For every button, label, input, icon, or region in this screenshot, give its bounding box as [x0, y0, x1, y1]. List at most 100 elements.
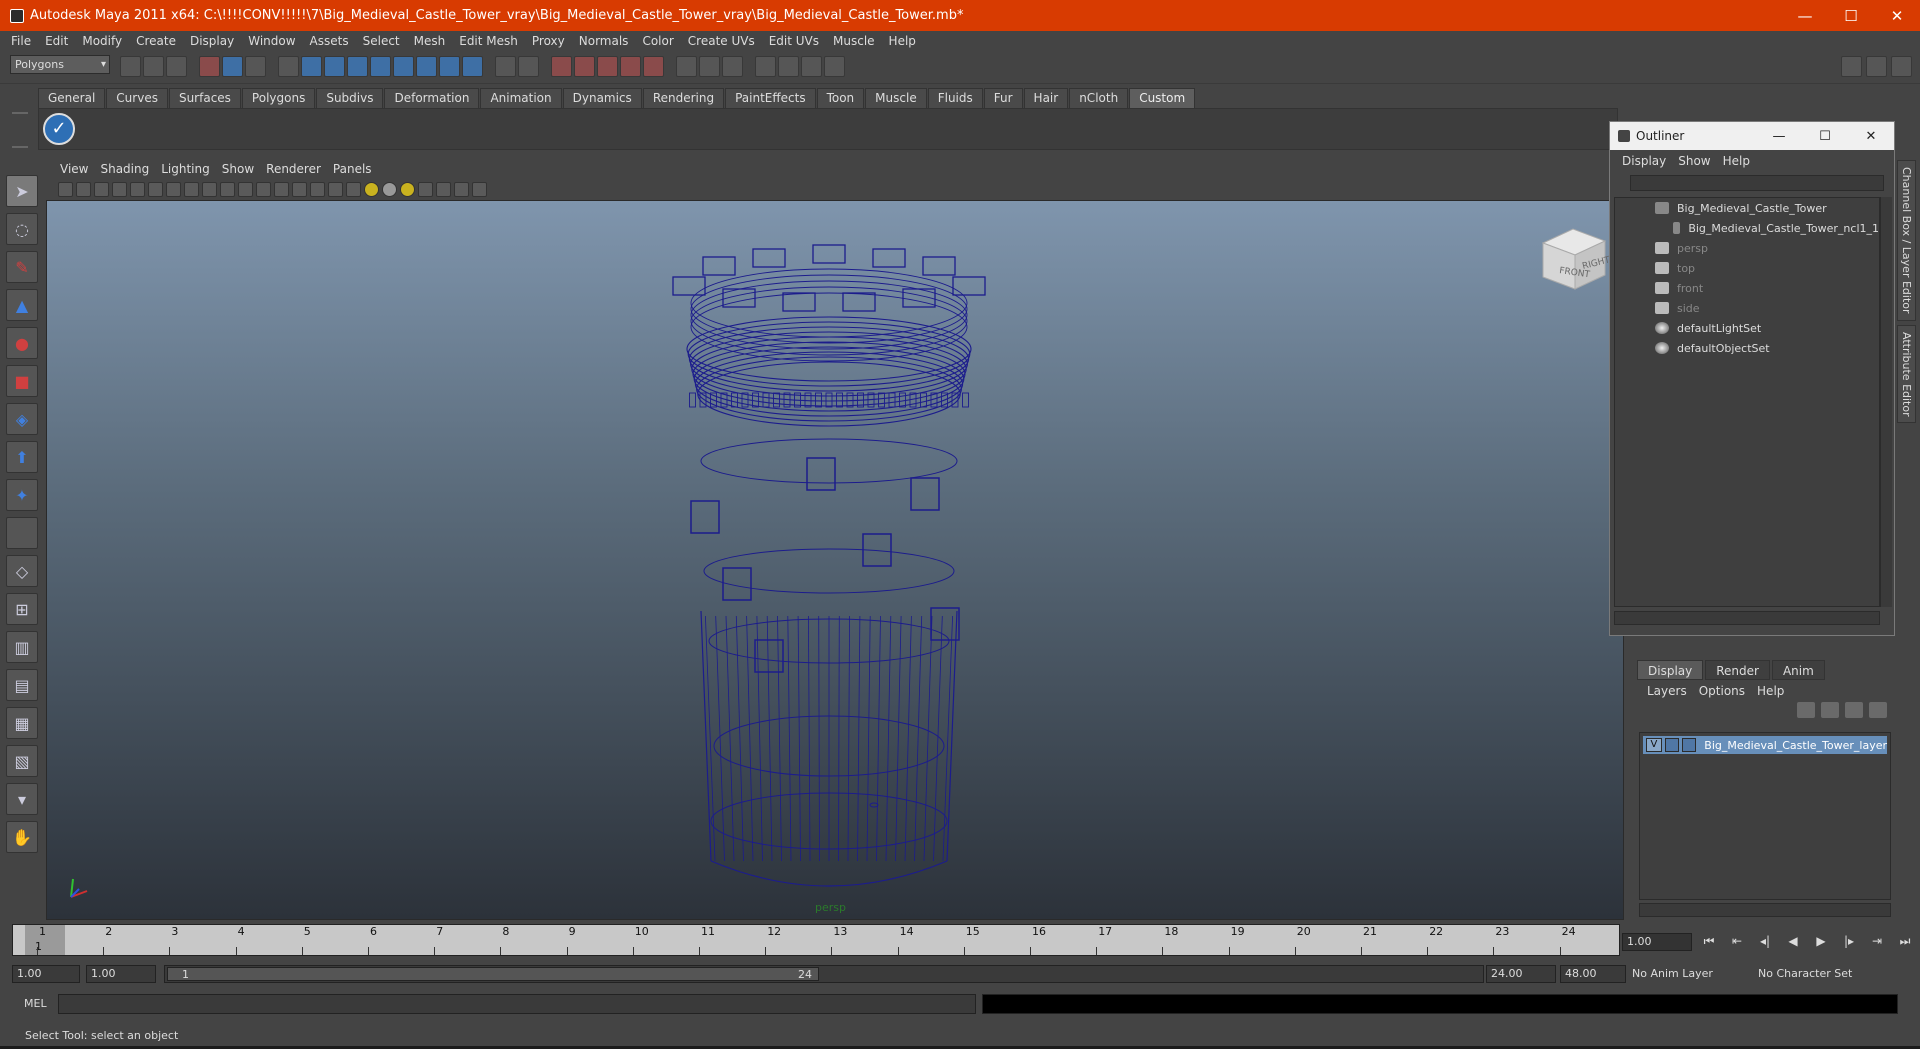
outliner-menu-display[interactable]: Display: [1616, 154, 1672, 168]
camera-attributes-icon[interactable]: [76, 181, 91, 197]
shelf-tab-dynamics[interactable]: Dynamics: [562, 88, 642, 108]
menu-select[interactable]: Select: [356, 34, 407, 48]
mel-label[interactable]: MEL: [24, 997, 47, 1010]
snap-curve-icon[interactable]: [574, 56, 595, 77]
menu-assets[interactable]: Assets: [303, 34, 356, 48]
last-tool-icon[interactable]: [6, 517, 38, 549]
layer-tab-display[interactable]: Display: [1637, 660, 1704, 680]
single-perspective-layout-icon[interactable]: ◇: [6, 555, 38, 587]
maximize-button[interactable]: ☐: [1828, 0, 1874, 31]
make-live-icon[interactable]: [643, 56, 664, 77]
time-slider[interactable]: 1 1 2 3 4 5 6 7 8 9 10 11 12 13 14 15 16 17 18 19 20 21 22 23 2…: [12, 924, 1620, 956]
outliner-close-button[interactable]: ✕: [1848, 129, 1894, 144]
new-empty-layer-icon[interactable]: [1845, 702, 1863, 718]
select-surface-icon[interactable]: [370, 56, 391, 77]
shelf-tab-deformation[interactable]: Deformation: [384, 88, 480, 108]
shelf-tab-curves[interactable]: Curves: [106, 88, 168, 108]
grease-pencil-icon[interactable]: [148, 181, 163, 197]
shelf-handle[interactable]: [12, 112, 28, 148]
outliner-menu-show[interactable]: Show: [1672, 154, 1716, 168]
viewport-menu-lighting[interactable]: Lighting: [155, 162, 216, 176]
select-curve-icon[interactable]: [347, 56, 368, 77]
outliner-minimize-button[interactable]: —: [1756, 129, 1802, 144]
shelf-tab-muscle[interactable]: Muscle: [865, 88, 927, 108]
shelf-tab-general[interactable]: General: [38, 88, 106, 108]
outliner-menu-help[interactable]: Help: [1717, 154, 1756, 168]
four-view-layout-icon[interactable]: ⊞: [6, 593, 38, 625]
animation-end-field[interactable]: 48.00: [1560, 965, 1626, 983]
menu-window[interactable]: Window: [241, 34, 302, 48]
playback-end-field[interactable]: 24.00: [1486, 965, 1556, 983]
layer-display-type-toggle[interactable]: [1664, 738, 1680, 752]
render-frame-icon[interactable]: [778, 56, 799, 77]
grid-icon[interactable]: [166, 181, 181, 197]
layer-horizontal-scrollbar[interactable]: [1639, 903, 1891, 917]
move-layer-down-icon[interactable]: [1821, 702, 1839, 718]
range-slider-track[interactable]: 1 24: [164, 965, 1484, 983]
outliner-item[interactable]: Big_Medieval_Castle_Tower_ncl1_1: [1615, 218, 1879, 238]
render-view-icon[interactable]: [755, 56, 776, 77]
viewport-menu-show[interactable]: Show: [216, 162, 260, 176]
image-plane-icon[interactable]: [112, 181, 127, 197]
select-object-icon[interactable]: [222, 56, 243, 77]
shelf-tab-polygons[interactable]: Polygons: [241, 88, 316, 108]
perspective-viewport[interactable]: FRONT RIGHT persp: [46, 200, 1624, 920]
layer-menu-help[interactable]: Help: [1751, 684, 1790, 698]
output-ops-icon[interactable]: [722, 56, 743, 77]
select-camera-icon[interactable]: [58, 181, 73, 197]
select-deform-icon[interactable]: [393, 56, 414, 77]
outliner-item[interactable]: front: [1615, 278, 1879, 298]
outliner-item[interactable]: top: [1615, 258, 1879, 278]
select-component-icon[interactable]: [245, 56, 266, 77]
outliner-filter-field[interactable]: [1630, 175, 1884, 191]
menu-edit-uvs[interactable]: Edit UVs: [762, 34, 826, 48]
shelf-tab-hair[interactable]: Hair: [1023, 88, 1069, 108]
shelf-tab-toon[interactable]: Toon: [816, 88, 865, 108]
save-scene-icon[interactable]: [166, 56, 187, 77]
menu-modify[interactable]: Modify: [75, 34, 129, 48]
persp-outliner-layout-icon[interactable]: ▥: [6, 631, 38, 663]
channel-box-layer-editor-tab[interactable]: Channel Box / Layer Editor: [1897, 160, 1916, 321]
outliner-maximize-button[interactable]: ☐: [1802, 129, 1848, 144]
menu-create-uvs[interactable]: Create UVs: [681, 34, 762, 48]
resolution-gate-icon[interactable]: [202, 181, 217, 197]
layer-color-swatch-icon[interactable]: [1682, 738, 1697, 752]
shelf-tab-subdivs[interactable]: Subdivs: [316, 88, 384, 108]
shelf-tab-fluids[interactable]: Fluids: [927, 88, 983, 108]
gate-mask-icon[interactable]: [220, 181, 235, 197]
shadows-icon[interactable]: [382, 181, 397, 197]
show-manipulator-icon[interactable]: ✦: [6, 479, 38, 511]
shelf-tab-animation[interactable]: Animation: [480, 88, 562, 108]
select-hierarchy-icon[interactable]: [199, 56, 220, 77]
persp-graph-layout-icon[interactable]: ▤: [6, 669, 38, 701]
scale-tool-icon[interactable]: ■: [6, 365, 38, 397]
safe-title-icon[interactable]: [274, 181, 289, 197]
close-button[interactable]: ✕: [1874, 0, 1920, 31]
render-settings-icon[interactable]: [824, 56, 845, 77]
shelf-tab-rendering[interactable]: Rendering: [642, 88, 725, 108]
playback-start-field[interactable]: 1.00: [86, 965, 156, 983]
menu-edit-mesh[interactable]: Edit Mesh: [452, 34, 525, 48]
highlight-selection-icon[interactable]: [518, 56, 539, 77]
wireframe-icon[interactable]: [292, 181, 307, 197]
outliner-item[interactable]: side: [1615, 298, 1879, 318]
script-editor-icon[interactable]: ✋: [6, 821, 38, 853]
outliner-horizontal-scrollbar[interactable]: [1614, 611, 1880, 625]
layer-menu-options[interactable]: Options: [1693, 684, 1751, 698]
layer-menu-layers[interactable]: Layers: [1641, 684, 1693, 698]
layout-options-icon[interactable]: ▾: [6, 783, 38, 815]
construction-history-icon[interactable]: [676, 56, 697, 77]
select-misc-icon[interactable]: [462, 56, 483, 77]
viewport-menu-panels[interactable]: Panels: [327, 162, 378, 176]
open-scene-icon[interactable]: [143, 56, 164, 77]
shelf-tab-fur[interactable]: Fur: [983, 88, 1023, 108]
smooth-shade-icon[interactable]: [310, 181, 325, 197]
viewport-menu-renderer[interactable]: Renderer: [260, 162, 327, 176]
select-dynamic-icon[interactable]: [416, 56, 437, 77]
menu-mesh[interactable]: Mesh: [407, 34, 453, 48]
anim-layer-dropdown[interactable]: No Anim Layer: [1632, 965, 1752, 983]
viewport-menu-view[interactable]: View: [54, 162, 94, 176]
outliner-item[interactable]: Big_Medieval_Castle_Tower: [1615, 198, 1879, 218]
play-forwards-icon[interactable]: ▶: [1812, 933, 1830, 949]
menu-file[interactable]: File: [4, 34, 38, 48]
